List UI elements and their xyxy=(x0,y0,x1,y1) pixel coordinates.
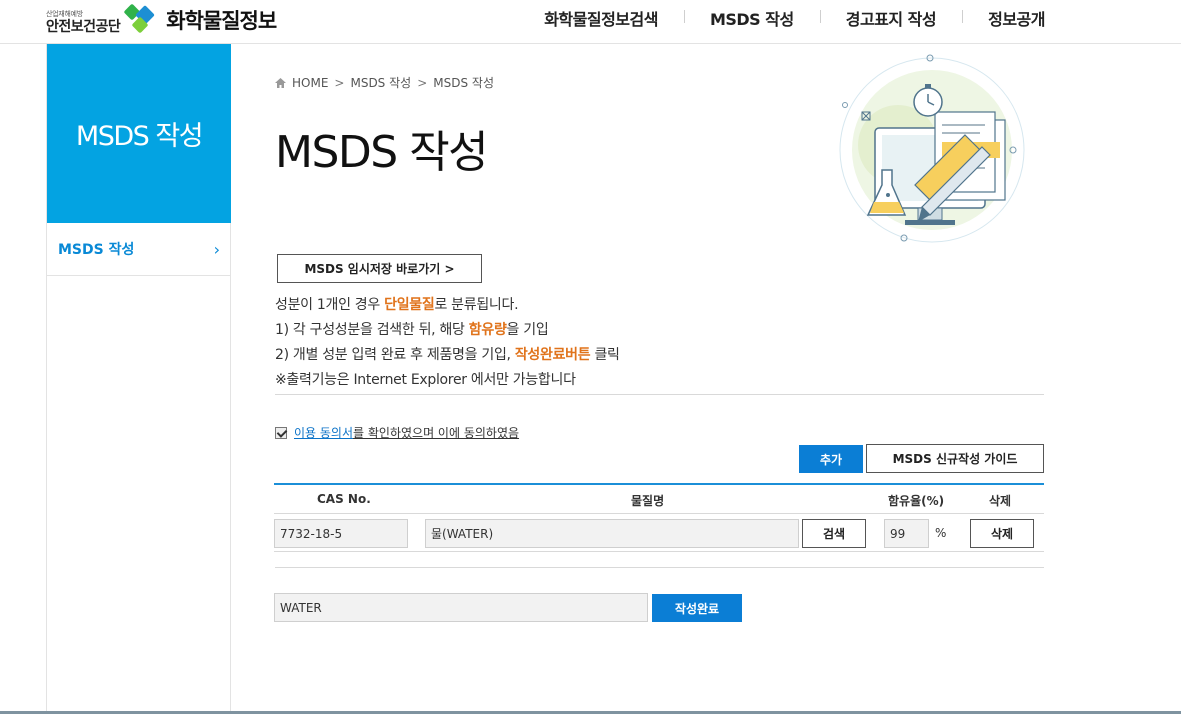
msds-writing-illustration xyxy=(839,54,1025,243)
instruction-line: 1) 각 구성성분을 검색한 뒤, 해당 함유량을 기입 xyxy=(275,322,549,338)
divider xyxy=(275,394,1044,395)
sidebar: MSDS 작성 MSDS 작성 › xyxy=(46,44,231,714)
nav-msds-write[interactable]: MSDS 작성 xyxy=(683,6,820,30)
sidebar-title: MSDS 작성 xyxy=(47,44,231,223)
substance-name-field[interactable]: 물(WATER) xyxy=(425,519,799,548)
content-percent-field[interactable]: 99 xyxy=(884,519,929,548)
chevron-right-icon: › xyxy=(213,239,220,259)
nav-info-disclosure[interactable]: 정보공개 xyxy=(962,6,1045,30)
complete-button[interactable]: 작성완료 xyxy=(652,594,742,622)
instruction-line: 성분이 1개인 경우 단일물질로 분류됩니다. xyxy=(275,297,519,313)
breadcrumb-home[interactable]: HOME xyxy=(292,76,328,90)
column-header-cas: CAS No. xyxy=(317,492,371,506)
logo-org-small: 산업재해예방 xyxy=(46,10,83,18)
breadcrumb-item[interactable]: MSDS 작성 xyxy=(350,74,411,91)
divider xyxy=(275,567,1044,568)
table-header: CAS No. 물질명 함유율(%) 삭제 xyxy=(274,485,1044,514)
ie-only-notice: ※출력기능은 Internet Explorer 에서만 가능합니다 xyxy=(275,372,576,388)
sidebar-item-label: MSDS 작성 xyxy=(58,242,135,258)
nav-chemical-search[interactable]: 화학물질정보검색 xyxy=(518,6,684,30)
product-name-field[interactable]: WATER xyxy=(274,593,648,622)
new-msds-guide-button[interactable]: MSDS 신규작성 가이드 xyxy=(866,444,1044,473)
logo-org: 안전보건공단 xyxy=(46,19,121,35)
kosha-logo-text: 산업재해예방 안전보건공단 xyxy=(46,10,121,35)
search-button[interactable]: 검색 xyxy=(802,519,866,548)
column-header-content: 함유율(%) xyxy=(888,494,945,508)
logo-site-name: 화학물질정보 xyxy=(166,9,277,33)
main-nav: 화학물질정보검색 MSDS 작성 경고표지 작성 정보공개 xyxy=(518,0,1045,36)
cas-number-field[interactable]: 7732-18-5 xyxy=(274,519,408,548)
column-header-delete: 삭제 xyxy=(989,494,1012,508)
column-header-name: 물질명 xyxy=(631,494,665,508)
sidebar-item-msds-write[interactable]: MSDS 작성 › xyxy=(47,223,230,276)
nav-warning-label[interactable]: 경고표지 작성 xyxy=(819,6,962,30)
breadcrumb: HOME > MSDS 작성 > MSDS 작성 xyxy=(275,74,494,91)
breadcrumb-current: MSDS 작성 xyxy=(433,76,494,90)
temp-save-shortcut-button[interactable]: MSDS 임시저장 바로가기 > xyxy=(277,254,482,283)
delete-button[interactable]: 삭제 xyxy=(970,519,1034,548)
add-button[interactable]: 추가 xyxy=(799,445,863,473)
percent-unit: % xyxy=(935,526,947,540)
page-title: MSDS 작성 xyxy=(275,127,489,178)
agreement-row: 이용 동의서 를 확인하였으며 이에 동의하였음 xyxy=(275,424,519,441)
terms-link[interactable]: 이용 동의서 xyxy=(294,424,353,441)
agreement-text: 를 확인하였으며 이에 동의하였음 xyxy=(353,426,520,440)
site-logo[interactable]: 산업재해예방 안전보건공단 화학물질정보 xyxy=(46,0,277,35)
breadcrumb-separator-icon: > xyxy=(334,75,345,90)
table-row: 7732-18-5 물(WATER) 검색 99 % 삭제 xyxy=(274,514,1044,552)
agreement-checkbox[interactable] xyxy=(275,426,287,439)
highlight-text: 단일물질 xyxy=(384,297,435,313)
breadcrumb-separator-icon: > xyxy=(417,75,428,90)
kosha-logo-icon xyxy=(123,3,158,34)
highlight-text: 함유량 xyxy=(468,322,507,338)
site-header: 산업재해예방 안전보건공단 화학물질정보 화학물질정보검색 MSDS 작성 경고… xyxy=(0,0,1181,44)
instruction-line: 2) 개별 성분 입력 완료 후 제품명을 기입, 작성완료버튼 클릭 xyxy=(275,347,620,363)
home-icon xyxy=(275,77,286,88)
instructions: 성분이 1개인 경우 단일물질로 분류됩니다. 1) 각 구성성분을 검색한 뒤… xyxy=(275,293,620,393)
highlight-text: 작성완료버튼 xyxy=(514,347,591,363)
